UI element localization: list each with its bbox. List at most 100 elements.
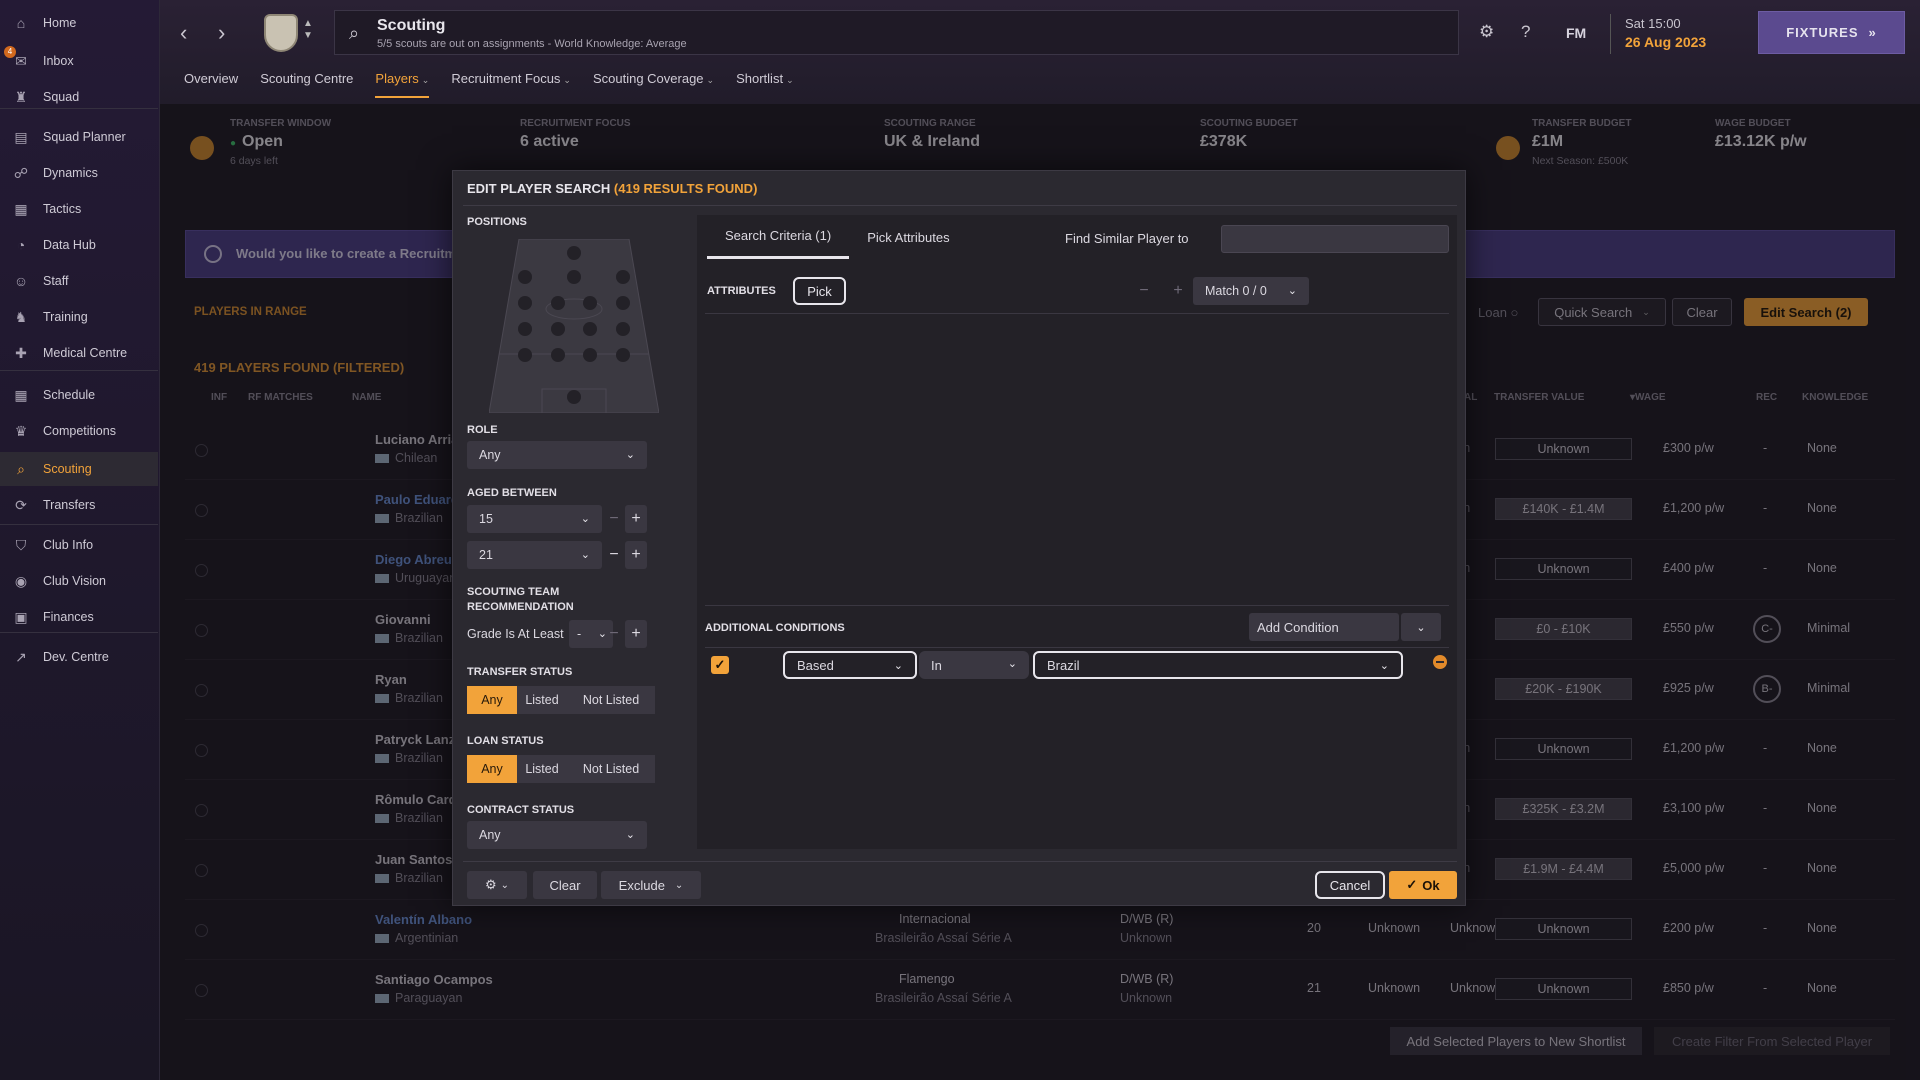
tab-label: Recruitment Focus	[451, 71, 561, 86]
sidebar-item-training[interactable]: ♞ Training	[0, 300, 158, 334]
positions-label: POSITIONS	[467, 216, 527, 228]
loan-status-any[interactable]: Any	[467, 755, 517, 783]
divider	[705, 647, 1449, 648]
age-min-dropdown[interactable]: 15 ⌄	[467, 505, 602, 533]
role-dropdown[interactable]: Any ⌄	[467, 441, 647, 469]
age-max-dropdown[interactable]: 21 ⌄	[467, 541, 602, 569]
check-icon: ✓	[1406, 877, 1418, 892]
sidebar-divider	[0, 524, 158, 525]
tab-scouting-centre[interactable]: Scouting Centre	[260, 68, 353, 98]
sidebar-item-label: Competitions	[43, 424, 116, 438]
find-similar-input[interactable]	[1221, 225, 1449, 253]
fixtures-button[interactable]: FIXTURES »	[1758, 11, 1905, 54]
remove-condition-icon[interactable]	[1433, 655, 1447, 669]
tab-scouting-coverage[interactable]: Scouting Coverage ⌄	[593, 68, 714, 98]
sidebar-item-home[interactable]: ⌂ Home	[0, 6, 158, 40]
chevron-down-icon: ⌄	[625, 829, 635, 841]
transfer-status-listed[interactable]: Listed	[517, 686, 567, 714]
clear-search-button[interactable]: Clear	[533, 871, 597, 899]
positions-pitch[interactable]	[489, 239, 659, 413]
sidebar-item-club-vision[interactable]: ◉ Club Vision	[0, 564, 158, 598]
sidebar-item-scouting[interactable]: ⌕ Scouting	[0, 452, 158, 486]
sidebar-item-dev-centre[interactable]: ↗ Dev. Centre	[0, 640, 158, 674]
match-increment[interactable]: +	[1167, 277, 1189, 305]
sidebar-item-schedule[interactable]: ▦ Schedule	[0, 378, 158, 412]
crest-chevron-icon[interactable]: ▲ ▼	[303, 18, 313, 42]
tab-search-criteria[interactable]: Search Criteria (1)	[707, 215, 850, 259]
tab-label: Scouting Coverage	[592, 71, 704, 86]
transfer-status-not-listed[interactable]: Not Listed	[567, 686, 655, 714]
tab-players[interactable]: Players ⌄	[375, 68, 430, 98]
match-decrement[interactable]: −	[1133, 277, 1155, 305]
forward-arrow-icon[interactable]: ›	[218, 20, 225, 46]
loan-status-listed[interactable]: Listed	[517, 755, 567, 783]
tab-pick-attributes[interactable]: Pick Attributes	[849, 215, 967, 259]
pick-attributes-button[interactable]: Pick	[793, 277, 846, 305]
page-search-bar[interactable]: ⌕ Scouting 5/5 scouts are out on assignm…	[334, 10, 1459, 55]
sidebar-item-finances[interactable]: ▣ Finances	[0, 600, 158, 634]
sidebar-item-label: Schedule	[43, 388, 96, 402]
sidebar-item-medical-centre[interactable]: ✚ Medical Centre	[0, 336, 158, 370]
settings-button[interactable]: ⚙ ⌄	[467, 871, 527, 899]
cancel-button[interactable]: Cancel	[1315, 871, 1385, 899]
date-display[interactable]: Sat 15:00 26 Aug 2023	[1610, 14, 1730, 54]
age-min-increment[interactable]: +	[625, 505, 647, 533]
sidebar-item-data-hub[interactable]: ◔ Data Hub	[0, 228, 158, 262]
contract-status-label: CONTRACT STATUS	[467, 804, 575, 816]
grade-label: Grade Is At Least	[467, 627, 564, 641]
condition-enabled-checkbox[interactable]: ✓	[711, 656, 729, 674]
sidebar-item-squad-planner[interactable]: ▤ Squad Planner	[0, 120, 158, 154]
chevron-down-icon[interactable]: ⌄	[1401, 613, 1441, 641]
grade-decrement[interactable]: −	[603, 620, 625, 648]
inbox-badge: 4	[4, 46, 16, 58]
condition-operator-dropdown[interactable]: In ⌄	[919, 651, 1029, 679]
sidebar-item-inbox[interactable]: ✉ Inbox	[0, 44, 158, 78]
fixtures-label: FIXTURES	[1786, 25, 1859, 40]
age-max-increment[interactable]: +	[625, 541, 647, 569]
tab-label: Shortlist	[736, 71, 784, 86]
role-label: ROLE	[467, 424, 498, 436]
vision-icon: ◉	[14, 572, 28, 589]
exclude-button[interactable]: Exclude ⌄	[601, 871, 701, 899]
loan-status-toggle: Any Listed Not Listed	[467, 755, 655, 783]
staff-icon: ☺	[13, 273, 29, 289]
sidebar-item-dynamics[interactable]: ☍ Dynamics	[0, 156, 158, 190]
tab-shortlist[interactable]: Shortlist ⌄	[736, 68, 794, 98]
chevron-down-icon: ⌄	[421, 75, 430, 85]
calendar-icon: ▦	[14, 386, 28, 403]
tab-overview[interactable]: Overview	[184, 68, 238, 98]
transfer-status-label: TRANSFER STATUS	[467, 666, 573, 678]
back-arrow-icon[interactable]: ‹	[180, 20, 187, 46]
age-min-decrement[interactable]: −	[603, 505, 625, 533]
loan-status-not-listed[interactable]: Not Listed	[567, 755, 655, 783]
sidebar-item-club-info[interactable]: ⛉ Club Info	[0, 528, 158, 562]
contract-status-dropdown[interactable]: Any ⌄	[467, 821, 647, 849]
sidebar-item-transfers[interactable]: ⟳ Transfers	[0, 488, 158, 522]
add-condition-button[interactable]: Add Condition	[1249, 613, 1399, 641]
transfer-status-any[interactable]: Any	[467, 686, 517, 714]
match-dropdown[interactable]: Match 0 / 0 ⌄	[1193, 277, 1309, 305]
fm-logo[interactable]: FM	[1566, 25, 1586, 41]
sidebar-item-staff[interactable]: ☺ Staff	[0, 264, 158, 298]
grade-increment[interactable]: +	[625, 620, 647, 648]
sidebar-item-competitions[interactable]: ♛ Competitions	[0, 414, 158, 448]
sidebar-item-label: Finances	[43, 610, 94, 624]
club-crest[interactable]	[264, 14, 298, 52]
criteria-tabs: Search Criteria (1) Pick Attributes	[707, 215, 968, 259]
condition-field-dropdown[interactable]: Based ⌄	[783, 651, 917, 679]
sidebar-item-label: Home	[43, 16, 77, 30]
condition-value-dropdown[interactable]: Brazil ⌄	[1033, 651, 1403, 679]
current-date: 26 Aug 2023	[1625, 34, 1707, 50]
ok-button[interactable]: ✓ Ok	[1389, 871, 1457, 899]
age-max-decrement[interactable]: −	[603, 541, 625, 569]
sidebar-item-tactics[interactable]: ▦ Tactics	[0, 192, 158, 226]
divider	[463, 205, 1457, 206]
globe-icon[interactable]: ⚙	[1479, 22, 1494, 42]
tab-label: Scouting Centre	[260, 71, 354, 86]
money-icon: ▣	[14, 608, 28, 625]
sidebar-item-label: Club Vision	[43, 574, 107, 588]
chevron-down-icon: ⌄	[500, 879, 510, 891]
sidebar-item-label: Dynamics	[43, 166, 98, 180]
help-icon[interactable]: ?	[1521, 22, 1530, 42]
tab-recruitment-focus[interactable]: Recruitment Focus ⌄	[451, 68, 571, 98]
